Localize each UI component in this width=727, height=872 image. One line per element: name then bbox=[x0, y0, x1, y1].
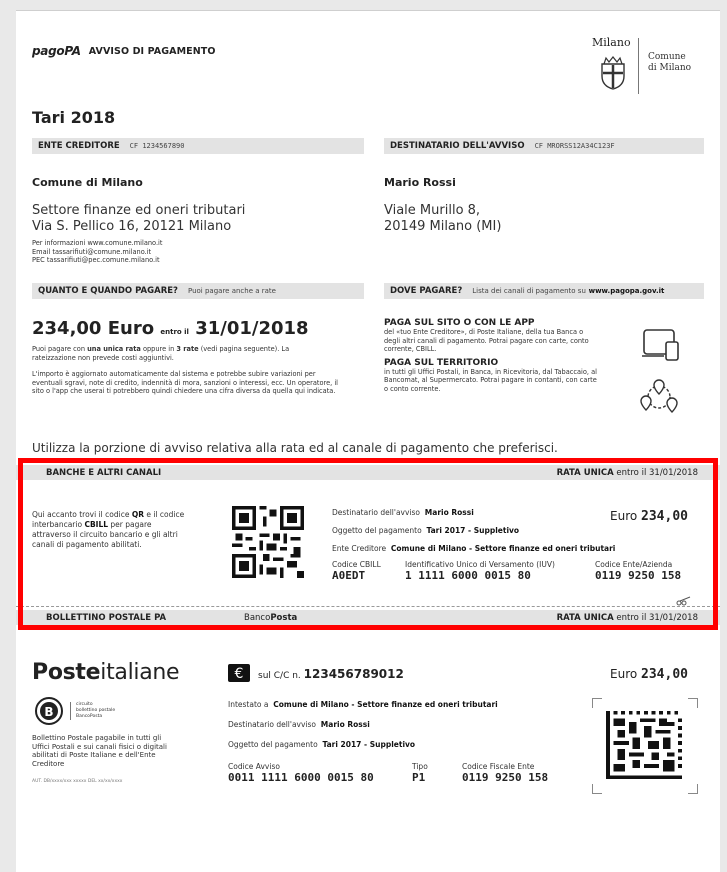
bollettino-oggetto: Oggetto del pagamento Tari 2017 - Supple… bbox=[228, 740, 416, 749]
notice-title: AVVISO DI PAGAMENTO bbox=[88, 45, 216, 57]
codice-fiscale-ente: Codice Fiscale Ente 0119 9250 158 bbox=[462, 762, 549, 784]
pagopa-brand: pagoPA AVVISO DI PAGAMENTO bbox=[32, 44, 216, 58]
bollettino-amount: Euro 234,00 bbox=[610, 667, 688, 682]
destinatario-address-2: 20149 Milano (MI) bbox=[384, 219, 502, 234]
intestato-a: Intestato a Comune di Milano - Settore f… bbox=[228, 700, 498, 709]
destinatario-block: Mario Rossi Viale Murillo 8, 20149 Milan… bbox=[384, 176, 704, 235]
map-pins-icon bbox=[640, 379, 678, 413]
devices-icon bbox=[642, 329, 679, 361]
bollettino-description: Bollettino Postale pagabile in tutti gli… bbox=[32, 734, 167, 768]
logo-divider bbox=[638, 38, 639, 94]
svg-text:B: B bbox=[44, 705, 53, 719]
datamatrix-frame bbox=[592, 698, 698, 794]
document-title: Tari 2018 bbox=[32, 108, 116, 127]
bollettino-badge: B circuito bollettino postale BancoPosta bbox=[34, 696, 115, 726]
ente-address-2: Via S. Pellico 16, 20121 Milano bbox=[32, 219, 232, 234]
paga-sito-heading: PAGA SUL SITO O CON LE APP bbox=[384, 318, 535, 328]
crest-icon bbox=[601, 56, 625, 90]
paga-sito-text: del «tuo Ente Creditore», di Poste Itali… bbox=[384, 328, 589, 354]
datamatrix-code bbox=[606, 710, 682, 780]
quanto-bar: QUANTO E QUANDO PAGARE? Puoi pagare anche… bbox=[32, 283, 364, 299]
bancoposta-badge-icon: B bbox=[35, 697, 63, 725]
comune-label: Comune di Milano bbox=[648, 52, 692, 73]
destinatario-bar: DESTINATARIO DELL'AVVISO CF MRORSS12A34C1… bbox=[384, 138, 704, 154]
ente-creditore-bar: ENTE CREDITORE CF 1234567890 bbox=[32, 138, 364, 154]
svg-text:€: € bbox=[235, 666, 244, 682]
ente-address-1: Settore finanze ed oneri tributari bbox=[32, 203, 246, 218]
destinatario-name: Mario Rossi bbox=[384, 176, 456, 189]
conto-corrente: sul C/C n. 123456789012 bbox=[258, 667, 404, 681]
instruction-text: Utilizza la porzione di avviso relativa … bbox=[32, 441, 558, 455]
codice-avviso: Codice Avviso 0011 1111 6000 0015 80 bbox=[228, 762, 374, 784]
tipo-code: Tipo P1 bbox=[412, 762, 428, 784]
ente-name: Comune di Milano bbox=[32, 176, 143, 189]
poste-italiane-logo: Posteitaliane bbox=[32, 660, 180, 685]
highlight-box bbox=[18, 458, 718, 630]
euro-icon: € bbox=[228, 664, 250, 682]
comune-milano-logo: Milano Comune di Milano bbox=[592, 36, 702, 98]
ente-creditore-block: Comune di Milano Settore finanze ed oner… bbox=[32, 176, 362, 265]
paga-territorio-text: in tutti gli Uffici Postali, in Banca, i… bbox=[384, 367, 597, 393]
amount-note: L'importo è aggiornato automaticamente d… bbox=[32, 370, 338, 396]
destinatario-address-1: Viale Murillo 8, bbox=[384, 203, 481, 218]
amount-due: 234,00 Euro entro il 31/01/2018 bbox=[32, 318, 309, 339]
dove-bar: DOVE PAGARE? Lista dei canali di pagament… bbox=[384, 283, 704, 299]
milano-name: Milano bbox=[592, 36, 631, 49]
rate-info: Puoi pagare con una unica rata oppure in… bbox=[32, 345, 290, 362]
quanto-block: 234,00 Euro entro il 31/01/2018 Puoi pag… bbox=[32, 318, 362, 396]
bollettino-destinatario: Destinatario dell'avviso Mario Rossi bbox=[228, 720, 370, 729]
pagopa-logo: pagoPA bbox=[32, 44, 81, 58]
authorization-text: AUT. DB/xxxx/xxx xxxxx DEL xx/xx/xxxx bbox=[32, 779, 123, 784]
ente-info: Per informazioni www.comune.milano.it Em… bbox=[32, 239, 163, 265]
